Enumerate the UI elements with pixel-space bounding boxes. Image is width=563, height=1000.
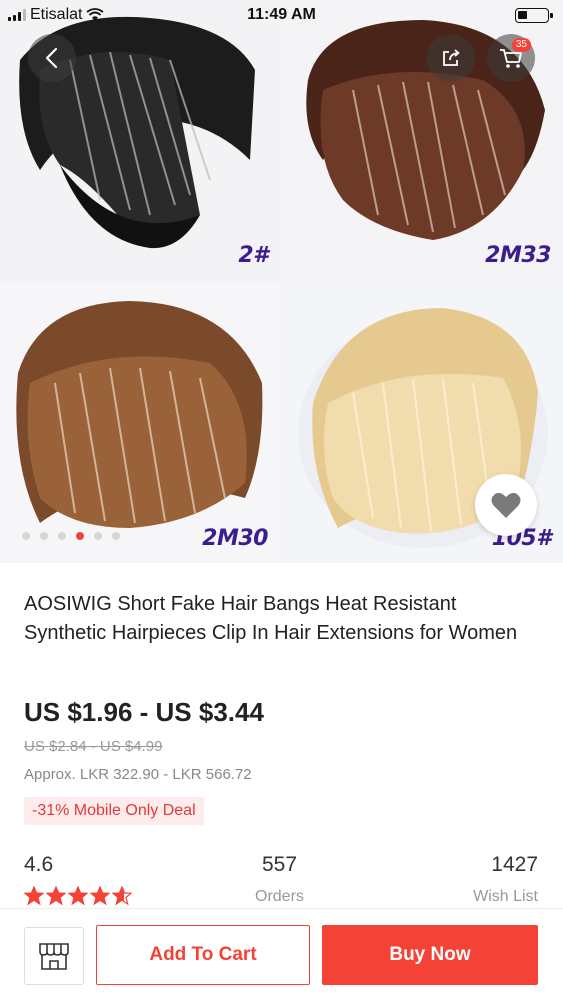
store-icon [39, 943, 69, 970]
share-icon [443, 49, 460, 66]
pagination-dot[interactable] [112, 532, 120, 540]
variant-label: 2M33 [485, 243, 551, 268]
variant-label: 2M30 [202, 526, 268, 551]
pagination-dot[interactable] [58, 532, 66, 540]
product-title: AOSIWIG Short Fake Hair Bangs Heat Resis… [24, 593, 518, 644]
orders-count: 557 [262, 853, 298, 876]
pagination-dot[interactable] [94, 532, 102, 540]
product-image-gallery[interactable]: 2# 2M33 2M30 105# [0, 0, 563, 563]
star-icon [112, 886, 132, 906]
pagination-dot[interactable] [22, 532, 30, 540]
cart-count-badge: 35 [511, 38, 531, 52]
deal-badge: -31% Mobile Only Deal [24, 797, 204, 825]
store-button[interactable] [24, 927, 84, 985]
wishlist-label: Wish List [473, 888, 538, 905]
gallery-image-2m30: 2M30 [0, 283, 280, 563]
star-icon [90, 886, 110, 906]
hair-bang-image [0, 283, 280, 563]
favorite-button[interactable] [475, 474, 537, 536]
wishlist-count: 1427 [491, 853, 538, 876]
star-icon [68, 886, 88, 906]
rating-value: 4.6 [24, 853, 54, 876]
rating-stars [24, 886, 132, 906]
gallery-pagination[interactable] [22, 532, 120, 540]
buy-now-button[interactable]: Buy Now [322, 925, 538, 985]
pagination-dot[interactable] [76, 532, 84, 540]
back-button[interactable] [28, 34, 76, 82]
add-to-cart-button[interactable]: Add To Cart [96, 925, 310, 985]
product-price: US $1.96 - US $3.44 [24, 697, 264, 727]
cart-button[interactable]: 35 [487, 34, 535, 82]
share-button[interactable] [427, 34, 475, 82]
bottom-action-bar: Add To Cart Buy Now [0, 908, 563, 1000]
original-price: US $2.84 - US $4.99 [24, 738, 163, 755]
pagination-dot[interactable] [40, 532, 48, 540]
star-icon [46, 886, 66, 906]
battery-icon [515, 8, 553, 23]
star-icon [24, 886, 44, 906]
status-bar: Etisalat 11:49 AM [0, 0, 563, 30]
status-time: 11:49 AM [247, 6, 316, 23]
variant-label: 2# [238, 243, 268, 268]
approx-local-price: Approx. LKR 322.90 - LKR 566.72 [24, 766, 252, 783]
chevron-left-icon [45, 47, 58, 69]
heart-icon [491, 492, 521, 518]
orders-label: Orders [255, 888, 304, 905]
